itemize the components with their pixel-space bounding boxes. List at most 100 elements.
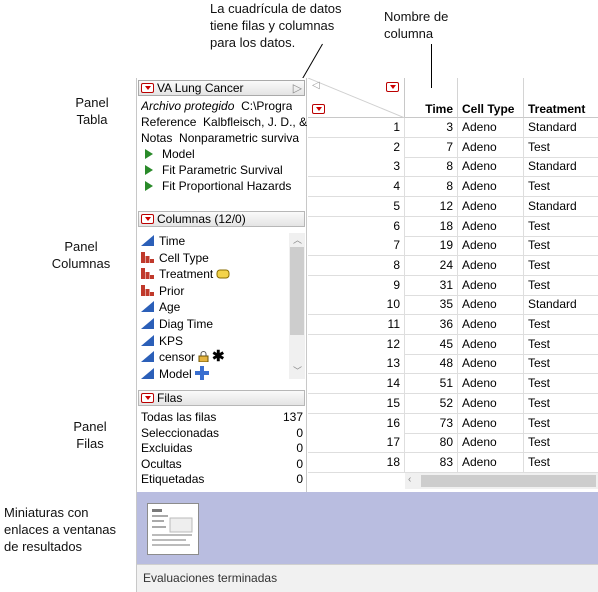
table-cell[interactable]: Adeno — [458, 393, 524, 414]
table-cell[interactable]: Adeno — [458, 275, 524, 296]
column-header-treatment[interactable]: Treatment — [524, 78, 598, 118]
scroll-down-icon[interactable]: ﹀ — [293, 364, 302, 377]
row-number[interactable]: 6 — [308, 216, 405, 237]
row-number[interactable]: 12 — [308, 334, 405, 355]
row-number[interactable]: 5 — [308, 196, 405, 217]
column-item-treatment[interactable]: Treatment — [141, 266, 287, 282]
table-cell[interactable]: Adeno — [458, 177, 524, 198]
column-header-time[interactable]: Time — [405, 78, 458, 118]
table-cell[interactable]: 73 — [405, 413, 458, 434]
table-cell[interactable]: Adeno — [458, 413, 524, 434]
table-cell[interactable]: Adeno — [458, 295, 524, 316]
table-cell[interactable]: 35 — [405, 295, 458, 316]
table-cell[interactable]: Adeno — [458, 334, 524, 355]
rows-summary-item[interactable]: Seleccionadas 0 — [141, 425, 303, 441]
rows-summary-item[interactable]: Etiquetadas 0 — [141, 471, 303, 487]
grid-corner[interactable]: ◁ — [308, 78, 405, 118]
table-cell[interactable]: Test — [524, 354, 598, 375]
rows-red-triangle-icon[interactable] — [312, 104, 325, 114]
table-cell[interactable]: 19 — [405, 236, 458, 257]
table-cell[interactable]: Test — [524, 394, 598, 414]
row-number[interactable]: 18 — [308, 452, 405, 473]
table-cell[interactable]: 31 — [405, 275, 458, 296]
scrollbar-thumb[interactable] — [421, 475, 596, 487]
table-cell[interactable]: Test — [524, 138, 598, 158]
columns-panel-header[interactable]: Columnas (12/0) — [138, 211, 305, 227]
column-item-diag-time[interactable]: Diag Time — [141, 316, 287, 332]
table-cell[interactable]: Test — [524, 374, 598, 395]
table-cell[interactable]: Adeno — [458, 196, 524, 217]
table-cell[interactable]: Adeno — [458, 236, 524, 257]
table-cell[interactable]: Test — [524, 236, 598, 257]
columns-scrollbar[interactable]: ︿ ﹀ — [289, 233, 305, 379]
table-cell[interactable]: Test — [524, 217, 598, 237]
table-cell[interactable]: 18 — [405, 216, 458, 237]
table-cell[interactable]: Adeno — [458, 216, 524, 237]
script-model[interactable]: Model — [141, 146, 195, 162]
table-cell[interactable]: 3 — [405, 118, 458, 138]
column-item-censor[interactable]: censor ✱ — [141, 349, 287, 365]
table-cell[interactable]: 8 — [405, 157, 458, 178]
table-cell[interactable]: 24 — [405, 255, 458, 276]
script-fit-proportional[interactable]: Fit Proportional Hazards — [141, 178, 291, 194]
column-item-cell-type[interactable]: Cell Type — [141, 250, 287, 266]
row-number[interactable]: 15 — [308, 393, 405, 414]
column-item-kps[interactable]: KPS — [141, 333, 287, 349]
report-thumbnail[interactable] — [147, 503, 199, 555]
script-fit-parametric[interactable]: Fit Parametric Survival — [141, 162, 283, 178]
table-cell[interactable]: Standard — [524, 295, 598, 316]
rows-panel-header[interactable]: Filas — [138, 390, 305, 406]
table-cell[interactable]: Test — [524, 414, 598, 434]
row-number[interactable]: 4 — [308, 177, 405, 198]
table-cell[interactable]: 45 — [405, 334, 458, 355]
red-triangle-icon[interactable] — [141, 214, 154, 224]
table-cell[interactable]: Standard — [524, 118, 598, 138]
table-cell[interactable]: 51 — [405, 374, 458, 395]
table-cell[interactable]: Adeno — [458, 137, 524, 158]
rows-summary-item[interactable]: Excluidas 0 — [141, 440, 303, 456]
table-cell[interactable]: 80 — [405, 433, 458, 454]
column-header-cell-type[interactable]: Cell Type — [458, 78, 524, 118]
red-triangle-icon[interactable] — [141, 393, 154, 403]
collapse-arrow-icon[interactable]: ▷ — [293, 81, 302, 95]
table-panel-header[interactable]: VA Lung Cancer ▷ — [138, 80, 305, 96]
row-number[interactable]: 3 — [308, 157, 405, 178]
table-cell[interactable]: Adeno — [458, 118, 524, 138]
table-cell[interactable]: 7 — [405, 137, 458, 158]
table-cell[interactable]: 8 — [405, 177, 458, 198]
table-prop-reference[interactable]: Reference Kalbfleisch, J. D., & — [141, 114, 307, 130]
table-cell[interactable]: Test — [524, 433, 598, 454]
column-item-time[interactable]: Time — [141, 233, 287, 249]
table-cell[interactable]: Test — [524, 256, 598, 276]
table-cell[interactable]: Adeno — [458, 315, 524, 335]
row-number[interactable]: 17 — [308, 433, 405, 454]
column-item-age[interactable]: Age — [141, 299, 287, 315]
table-cell[interactable]: Adeno — [458, 433, 524, 454]
table-cell[interactable]: 48 — [405, 354, 458, 375]
table-cell[interactable]: Standard — [524, 197, 598, 217]
table-cell[interactable]: Test — [524, 276, 598, 296]
table-cell[interactable]: Adeno — [458, 157, 524, 178]
table-cell[interactable]: Adeno — [458, 374, 524, 395]
table-cell[interactable]: 52 — [405, 393, 458, 414]
rows-summary-item[interactable]: Ocultas 0 — [141, 456, 303, 472]
table-cell[interactable]: 83 — [405, 452, 458, 473]
scroll-up-icon[interactable]: ︿ — [293, 233, 302, 246]
row-number[interactable]: 16 — [308, 413, 405, 434]
row-number[interactable]: 11 — [308, 315, 405, 335]
table-cell[interactable]: Adeno — [458, 452, 524, 473]
table-cell[interactable]: Adeno — [458, 255, 524, 276]
columns-red-triangle-icon[interactable] — [386, 82, 399, 92]
row-number[interactable]: 8 — [308, 255, 405, 276]
row-number[interactable]: 13 — [308, 354, 405, 375]
rows-summary-item[interactable]: Todas las filas 137 — [141, 409, 303, 425]
table-cell[interactable]: Adeno — [458, 354, 524, 375]
nav-left-icon[interactable]: ◁ — [312, 80, 320, 91]
scroll-left-icon[interactable]: ‹ — [408, 474, 411, 485]
column-item-prior[interactable]: Prior — [141, 283, 287, 299]
table-cell[interactable]: Test — [524, 315, 598, 335]
table-cell[interactable]: Test — [524, 335, 598, 355]
table-cell[interactable]: 36 — [405, 315, 458, 335]
row-number[interactable]: 1 — [308, 118, 405, 138]
row-number[interactable]: 14 — [308, 374, 405, 395]
